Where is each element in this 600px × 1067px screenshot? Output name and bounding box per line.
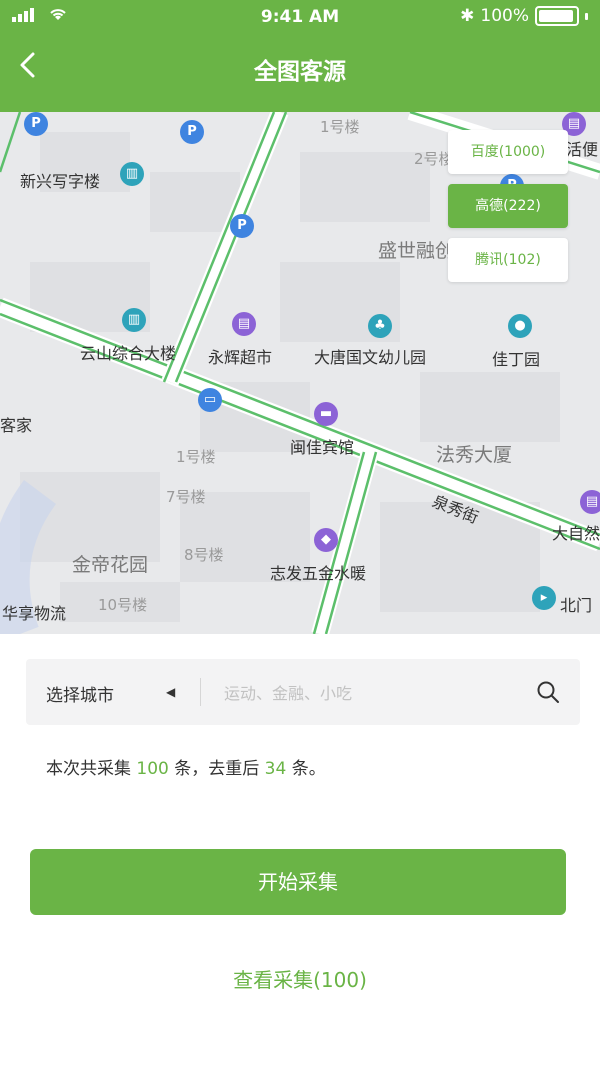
divider xyxy=(200,678,201,706)
map-label: 盛世融创 xyxy=(378,240,455,262)
map-label: 金帝花园 xyxy=(72,554,149,576)
battery-percent: 100% xyxy=(480,6,529,26)
map-label[interactable]: 新兴写字楼 xyxy=(20,168,100,192)
map-label[interactable]: 大唐国文幼儿园 xyxy=(314,344,426,368)
source-tencent-button[interactable]: 腾讯(102) xyxy=(448,238,568,282)
map-label[interactable]: 北门 xyxy=(560,592,592,616)
bluetooth-icon: ✱ xyxy=(460,6,475,26)
parking-icon[interactable]: P xyxy=(24,112,48,136)
entrance-icon[interactable]: ▸ xyxy=(532,586,556,610)
app-header: 9:41 AM ✱ 100% 全图客源 xyxy=(0,0,600,112)
map-label: 7号楼 xyxy=(166,488,206,506)
map-label: 10号楼 xyxy=(98,596,148,614)
start-collect-button[interactable]: 开始采集 xyxy=(30,849,566,915)
source-selector: 百度(1000) 高德(222) 腾讯(102) xyxy=(448,130,568,292)
map-label: 法秀大厦 xyxy=(436,444,513,466)
map-label: 1号楼 xyxy=(320,118,360,136)
view-collection-link[interactable]: 查看采集(100) xyxy=(0,964,600,993)
map-label[interactable]: 佳丁园 xyxy=(492,346,540,370)
parking-icon[interactable]: P xyxy=(180,120,204,144)
location-pin-icon[interactable]: ● xyxy=(508,314,532,338)
dedup-count: 34 xyxy=(264,759,287,779)
bus-stop-icon[interactable]: ▭ xyxy=(198,388,222,412)
source-baidu-button[interactable]: 百度(1000) xyxy=(448,130,568,174)
search-bar: 选择城市 ◀ xyxy=(26,659,580,725)
map-label[interactable]: 志发五金水暖 xyxy=(270,560,366,584)
map-label[interactable]: 活便 xyxy=(566,136,598,160)
map-label[interactable]: 华享物流 xyxy=(2,600,66,624)
map-label[interactable]: 客家 xyxy=(0,412,32,436)
status-bar: 9:41 AM ✱ 100% xyxy=(0,0,600,34)
hotel-icon[interactable]: ▬ xyxy=(314,402,338,426)
map-label[interactable]: 闽佳宾馆 xyxy=(290,434,354,458)
office-building-icon[interactable]: ▥ xyxy=(122,308,146,332)
map-label: 8号楼 xyxy=(184,546,224,564)
battery-icon xyxy=(535,6,579,26)
map-label: 1号楼 xyxy=(176,448,216,466)
map-label[interactable]: 云山综合大楼 xyxy=(80,340,176,364)
source-gaode-button[interactable]: 高德(222) xyxy=(448,184,568,228)
city-select[interactable]: 选择城市 xyxy=(46,681,114,706)
supermarket-icon[interactable]: ▤ xyxy=(232,312,256,336)
caret-left-icon[interactable]: ◀ xyxy=(166,685,175,699)
school-icon[interactable]: ♣ xyxy=(368,314,392,338)
search-input[interactable] xyxy=(222,677,536,709)
shop-icon[interactable]: ▤ xyxy=(580,490,600,514)
map-label[interactable]: 大自然 xyxy=(552,520,600,544)
parking-icon[interactable]: P xyxy=(230,214,254,238)
collection-summary: 本次共采集 100 条，去重后 34 条。 xyxy=(46,759,326,779)
map-label[interactable]: 永辉超市 xyxy=(208,344,272,368)
collected-count: 100 xyxy=(136,759,169,779)
shopping-bag-icon[interactable]: ◆ xyxy=(314,528,338,552)
office-building-icon[interactable]: ▥ xyxy=(120,162,144,186)
search-icon[interactable] xyxy=(536,680,560,704)
page-title: 全图客源 xyxy=(254,59,346,85)
